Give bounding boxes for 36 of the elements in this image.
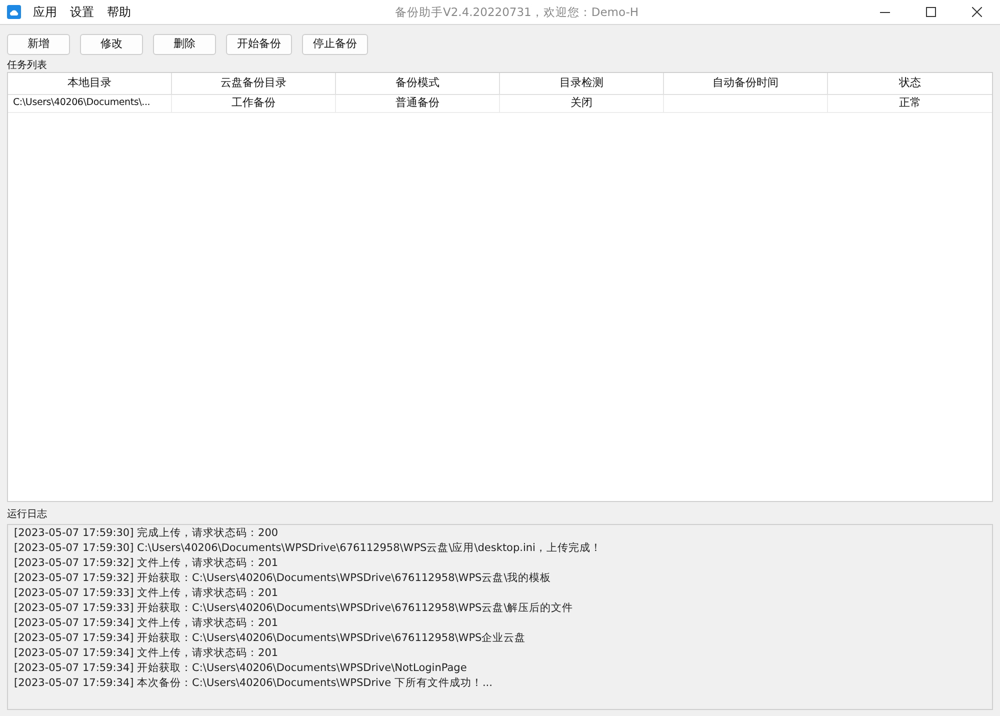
log-line: [2023-05-07 17:59:33] 开始获取：C:\Users\40206\Documents\WPSDrive\676112958\WPS云盘\解压后的文件 — [14, 601, 574, 616]
log-line: [2023-05-07 17:59:34] 开始获取：C:\Users\40206\Documents\WPSDrive\NotLoginPage — [14, 661, 468, 676]
column-header[interactable]: 自动备份时间 — [664, 73, 828, 94]
close-icon — [972, 7, 982, 17]
toolbar-button[interactable]: 停止备份 — [302, 34, 368, 55]
column-header[interactable]: 云盘备份目录 — [172, 73, 336, 94]
window-title: 备份助手V2.4.20220731，欢迎您：Demo-H — [395, 4, 639, 21]
table-cell-text: 普通备份 — [396, 95, 440, 112]
column-header[interactable]: 状态 — [828, 73, 992, 94]
app-icon — [7, 5, 21, 19]
log-line: [2023-05-07 17:59:34] 文件上传，请求状态码：201 — [14, 616, 280, 631]
section-label: 运行日志 — [6, 508, 48, 521]
log-line: [2023-05-07 17:59:32] 文件上传，请求状态码：201 — [14, 556, 280, 571]
log-line: [2023-05-07 17:59:32] 开始获取：C:\Users\40206\Documents\WPSDrive\676112958\WPS云盘\我的模板 — [14, 571, 552, 586]
toolbar-button[interactable]: 新增 — [7, 34, 70, 55]
table-cell-text: 关闭 — [570, 95, 592, 112]
toolbar-button[interactable]: 删除 — [153, 34, 216, 55]
menu-item[interactable]: 设置 — [70, 3, 94, 21]
column-header[interactable]: 备份模式 — [336, 73, 500, 94]
menu-item[interactable]: 帮助 — [107, 3, 131, 21]
log-line: [2023-05-07 17:59:30] C:\Users\40206\Documents\WPSDrive\676112958\WPS云盘\应用\desktop.ini，上传完成！ — [14, 541, 602, 556]
toolbar-button[interactable]: 开始备份 — [226, 34, 292, 55]
column-header[interactable]: 目录检测 — [500, 73, 664, 94]
maximize-icon — [926, 7, 936, 17]
log-line: [2023-05-07 17:59:34] 文件上传，请求状态码：201 — [14, 646, 280, 661]
column-header[interactable]: 本地目录 — [8, 73, 172, 94]
toolbar-button[interactable]: 修改 — [80, 34, 143, 55]
log-line: [2023-05-07 17:59:30] 完成上传，请求状态码：200 — [14, 526, 280, 541]
table-cell-text: 工作备份 — [232, 95, 276, 112]
section-label: 任务列表 — [6, 59, 48, 72]
menu-item[interactable]: 应用 — [33, 3, 57, 21]
table-cell-text: C:\Users\40206\Documents\... — [13, 96, 150, 110]
table-cell-text: 正常 — [899, 95, 921, 112]
log-line: [2023-05-07 17:59:33] 文件上传，请求状态码：201 — [14, 586, 280, 601]
log-line: [2023-05-07 17:59:34] 本次备份：C:\Users\40206\Documents\WPSDrive 下所有文件成功！... — [14, 676, 494, 691]
log-line: [2023-05-07 17:59:34] 开始获取：C:\Users\40206\Documents\WPSDrive\676112958\WPS企业云盘 — [14, 631, 527, 646]
